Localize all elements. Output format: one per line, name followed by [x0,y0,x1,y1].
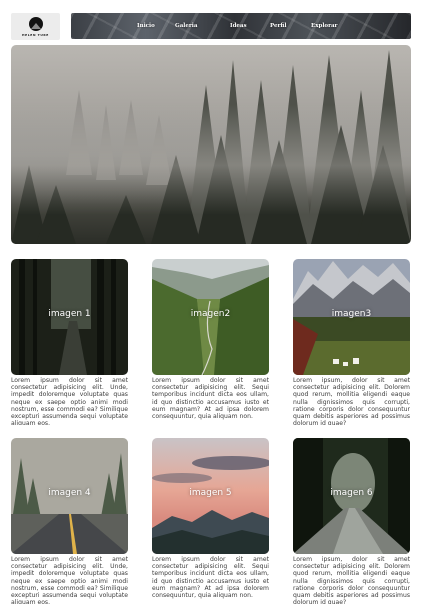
card-image-1[interactable]: imagen 1 [11,259,128,375]
card-title-3: imagen3 [331,309,372,319]
nav-link-ideas[interactable]: Ideas [230,23,247,29]
gallery-card-2[interactable]: imagen2 Lorem ipsum dolor sit amet conse… [152,259,269,425]
card-title-6: imagen 6 [330,488,373,498]
card-image-2[interactable]: imagen2 [152,259,269,375]
main-navbar: Inicio Galeria Ideas Perfil Explorar [71,13,411,39]
card-title-1: imagen 1 [48,309,91,319]
site-logo[interactable]: HELEN TURE [11,13,60,40]
card-text-2: Lorem ipsum dolor sit amet consectetur a… [152,377,269,421]
nav-link-galeria[interactable]: Galeria [175,23,197,29]
card-text-1: Lorem ipsum dolor sit amet consectetur a… [11,377,128,425]
card-image-3[interactable]: imagen3 [293,259,410,375]
hero-image [11,45,411,244]
card-title-5: imagen 5 [189,488,232,498]
nav-link-inicio[interactable]: Inicio [137,23,155,29]
card-image-6[interactable]: imagen 6 [293,438,410,554]
card-text-3: Lorem ipsum, dolor sit amet consectetur … [293,377,410,425]
card-text-4: Lorem ipsum dolor sit amet consectetur a… [11,556,128,604]
gallery-card-4[interactable]: imagen 4 Lorem ipsum dolor sit amet cons… [11,438,128,604]
foggy-forest-icon [11,50,411,244]
card-text-5: Lorem ipsum dolor sit amet consectetur a… [152,556,269,600]
card-image-4[interactable]: imagen 4 [11,438,128,554]
mountain-logo-icon [28,16,43,31]
logo-text: HELEN TURE [22,32,49,37]
card-title-4: imagen 4 [48,488,91,498]
card-title-2: imagen2 [190,309,231,319]
nav-link-explorar[interactable]: Explorar [311,23,337,29]
gallery-card-6[interactable]: imagen 6 Lorem ipsum, dolor sit amet con… [293,438,410,604]
gallery-card-3[interactable]: imagen3 Lorem ipsum, dolor sit amet cons… [293,259,410,425]
gallery-card-1[interactable]: imagen 1 Lorem ipsum dolor sit amet cons… [11,259,128,425]
card-text-6: Lorem ipsum, dolor sit amet consectetur … [293,556,410,604]
card-image-5[interactable]: imagen 5 [152,438,269,554]
nav-link-perfil[interactable]: Perfil [270,23,286,29]
gallery-card-5[interactable]: imagen 5 Lorem ipsum dolor sit amet cons… [152,438,269,604]
